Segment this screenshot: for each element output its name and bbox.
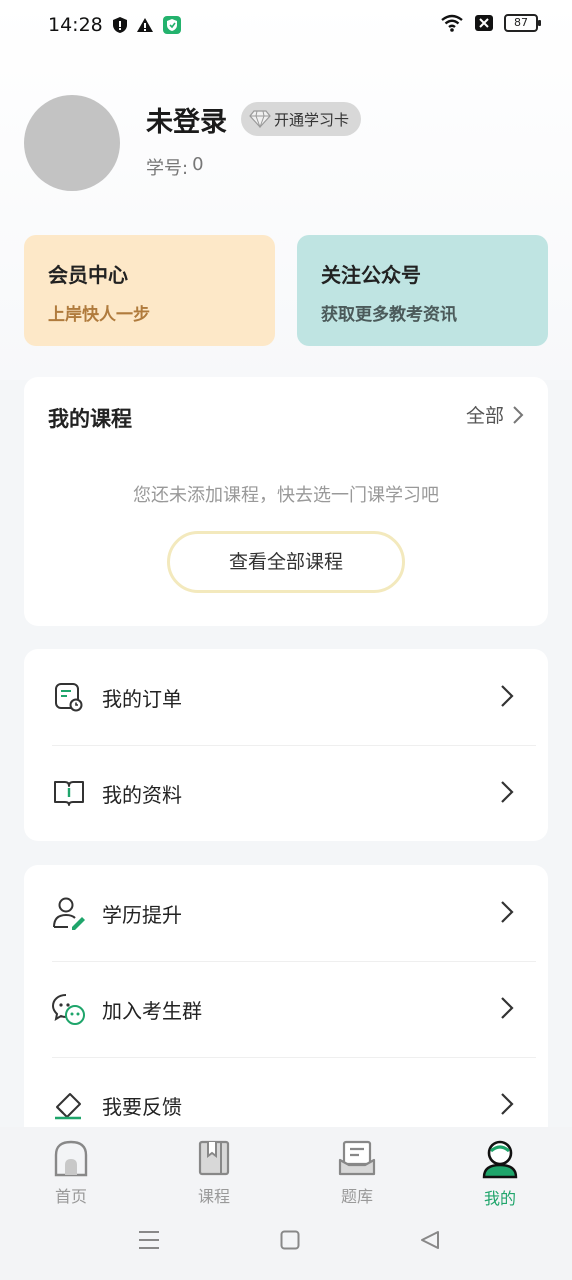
avatar[interactable] xyxy=(24,95,120,191)
menu-item-join-group[interactable]: 加入考生群 xyxy=(24,961,548,1057)
menu-group-orders: 我的订单 我的资料 xyxy=(24,649,548,841)
chevron-right-icon xyxy=(501,781,514,803)
menu-item-education[interactable]: 学历提升 xyxy=(24,865,548,961)
nav-label: 我的 xyxy=(483,1189,516,1208)
home-button-icon[interactable] xyxy=(280,1230,300,1250)
menu-item-label: 我要反馈 xyxy=(102,1094,182,1119)
chevron-right-icon xyxy=(513,405,524,424)
menu-item-orders[interactable]: 我的订单 xyxy=(24,649,548,745)
battery-icon: 87 xyxy=(504,14,541,32)
menu-icon[interactable] xyxy=(138,1230,160,1250)
bottom-nav: 首页 课程 题库 我的 xyxy=(0,1127,572,1280)
menu-item-label: 我的资料 xyxy=(102,782,182,807)
course-book-icon xyxy=(198,1140,230,1176)
feedback-icon xyxy=(52,1088,86,1122)
promo-title: 会员中心 xyxy=(48,263,128,287)
menu-item-materials[interactable]: 我的资料 xyxy=(24,745,548,841)
diamond-icon xyxy=(249,110,271,128)
home-icon xyxy=(54,1140,88,1177)
menu-item-label: 加入考生群 xyxy=(102,998,202,1023)
back-icon[interactable] xyxy=(420,1230,440,1250)
nav-label: 课程 xyxy=(197,1187,230,1206)
menu-item-label: 我的订单 xyxy=(102,686,182,711)
order-icon xyxy=(52,680,86,714)
menu-item-label: 学历提升 xyxy=(102,902,182,927)
student-id-value: 0 xyxy=(192,154,204,175)
wifi-icon xyxy=(441,14,463,32)
promo-title: 关注公众号 xyxy=(321,263,421,287)
warning-icon xyxy=(137,18,153,32)
student-id: 学号: 0 xyxy=(146,154,204,180)
my-courses-card: 我的课程 全部 您还未添加课程，快去选一门课学习吧 查看全部课程 xyxy=(24,377,548,626)
no-sim-icon xyxy=(475,15,493,31)
user-edit-icon xyxy=(52,896,86,930)
status-time: 14:28 xyxy=(48,14,103,36)
member-center-card[interactable]: 会员中心 上岸快人一步 xyxy=(24,235,275,346)
chat-group-icon xyxy=(52,992,86,1026)
nav-item-profile[interactable]: 我的 xyxy=(450,1139,550,1209)
promo-subtitle: 获取更多教考资讯 xyxy=(321,305,457,325)
open-study-card-badge[interactable]: 开通学习卡 xyxy=(241,102,361,136)
shield-alert-icon xyxy=(113,17,127,33)
chevron-right-icon xyxy=(501,685,514,707)
badge-label: 开通学习卡 xyxy=(274,110,350,129)
courses-all-label: 全部 xyxy=(465,405,504,427)
profile-icon xyxy=(482,1140,518,1179)
nav-item-question-bank[interactable]: 题库 xyxy=(307,1139,407,1207)
chevron-right-icon xyxy=(501,1093,514,1115)
view-all-courses-button[interactable]: 查看全部课程 xyxy=(167,531,405,593)
book-icon xyxy=(52,776,86,810)
chevron-right-icon xyxy=(501,997,514,1019)
nav-item-courses[interactable]: 课程 xyxy=(164,1139,264,1207)
nav-label: 题库 xyxy=(340,1187,373,1206)
courses-all-link[interactable]: 全部 xyxy=(466,401,524,428)
chevron-right-icon xyxy=(501,901,514,923)
courses-empty-text: 您还未添加课程，快去选一门课学习吧 xyxy=(133,485,439,506)
nav-label: 首页 xyxy=(54,1187,87,1206)
menu-group-services: 学历提升 加入考生群 我要反馈 xyxy=(24,865,548,1165)
app-shield-icon xyxy=(163,16,181,34)
promo-subtitle: 上岸快人一步 xyxy=(48,305,150,325)
student-id-label: 学号: xyxy=(146,158,189,179)
question-bank-icon xyxy=(338,1140,376,1176)
courses-title: 我的课程 xyxy=(48,407,132,431)
status-bar: 14:28 87 xyxy=(0,0,572,52)
nav-item-home[interactable]: 首页 xyxy=(21,1139,121,1207)
profile-name[interactable]: 未登录 xyxy=(146,100,227,139)
follow-account-card[interactable]: 关注公众号 获取更多教考资讯 xyxy=(297,235,548,346)
